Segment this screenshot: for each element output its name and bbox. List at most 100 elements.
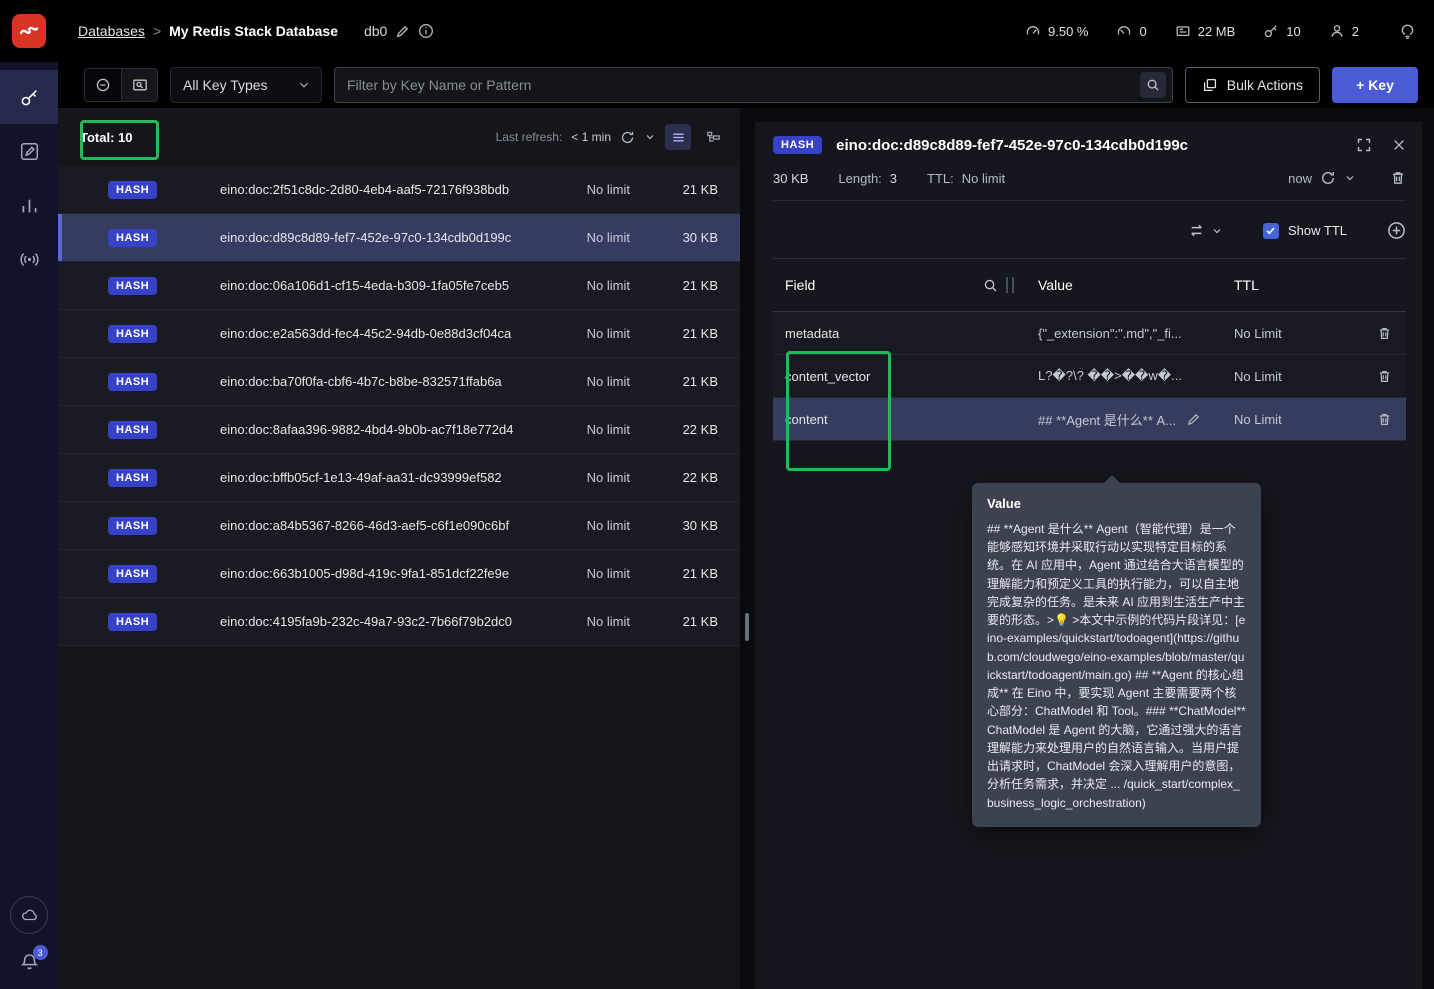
key-list-row[interactable]: HASH eino:doc:ba70f0fa-cbf6-4b7c-b8be-83… (58, 358, 740, 406)
filter-by-pattern-toggle[interactable] (85, 69, 121, 101)
redis-logo-icon (19, 26, 39, 35)
key-size: 21 KB (682, 614, 718, 629)
key-type-badge: HASH (108, 181, 158, 199)
delete-field-icon[interactable] (1377, 326, 1392, 341)
details-refresh-chevron-icon[interactable] (1344, 172, 1356, 184)
breadcrumb: Databases > My Redis Stack Database db0 (78, 23, 434, 39)
key-list-row[interactable]: HASH eino:doc:a84b5367-8266-46d3-aef5-c6… (58, 502, 740, 550)
key-ttl: No limit (586, 374, 630, 389)
show-ttl-label: Show TTL (1287, 223, 1347, 238)
value-column-label: Value (1038, 277, 1073, 293)
keys-total-label: Total: 10 (80, 129, 133, 145)
key-name: eino:doc:06a106d1-cf15-4eda-b309-1fa05fe… (220, 278, 510, 293)
key-ttl: No limit (586, 470, 630, 485)
tree-view-button[interactable] (700, 124, 726, 150)
metric-cpu: 9.50 % (1025, 23, 1088, 39)
delete-field-icon[interactable] (1377, 369, 1392, 384)
sidebar-item-notifications[interactable]: 3 (19, 945, 48, 973)
show-ttl-checkbox[interactable] (1262, 222, 1279, 239)
key-size: 21 KB (682, 374, 718, 389)
key-list-row[interactable]: HASH eino:doc:bffb05cf-1e13-49af-aa31-dc… (58, 454, 740, 502)
key-badge-cell: HASH (108, 468, 158, 487)
selected-key-name: eino:doc:d89c8d89-fef7-452e-97c0-134cdb0… (836, 136, 1189, 154)
key-type-badge: HASH (108, 325, 158, 343)
key-list-row[interactable]: HASH eino:doc:8afaa396-9882-4bd4-9b0b-ac… (58, 406, 740, 454)
database-info-icon[interactable] (418, 23, 434, 39)
key-ttl: No limit (586, 326, 630, 341)
fields-table-header: Field Value TTL (773, 259, 1406, 312)
filter-bar: All Key Types Bulk Actions (58, 62, 1434, 108)
key-list-row[interactable]: HASH eino:doc:d89c8d89-fef7-452e-97c0-13… (58, 214, 740, 262)
panel-resize-handle[interactable] (745, 613, 749, 641)
delete-key-icon[interactable] (1390, 170, 1406, 186)
search-icon[interactable] (1139, 72, 1166, 98)
close-details-icon[interactable] (1392, 138, 1406, 152)
key-search-input[interactable] (347, 77, 1140, 93)
list-view-button[interactable] (665, 124, 691, 150)
sidebar-item-pubsub[interactable] (0, 232, 58, 286)
sidebar-item-analytics[interactable] (0, 178, 58, 232)
database-name: My Redis Stack Database (169, 23, 338, 39)
metric-keys-value: 10 (1286, 23, 1301, 39)
breadcrumb-separator: > (152, 23, 162, 39)
format-exchange-icon (1188, 222, 1205, 239)
fullscreen-icon[interactable] (1356, 137, 1372, 153)
sidebar-item-browser[interactable] (0, 70, 58, 124)
metric-memory: 22 MB (1175, 23, 1235, 39)
bulk-actions-button[interactable]: Bulk Actions (1184, 67, 1320, 103)
value-format-dropdown[interactable] (1188, 222, 1223, 239)
sidebar-item-cloud[interactable] (10, 896, 48, 934)
details-refresh-icon[interactable] (1320, 170, 1336, 186)
edit-database-alias-icon[interactable] (395, 24, 410, 39)
ttl-column-label: TTL (1234, 277, 1259, 293)
key-list-row[interactable]: HASH eino:doc:2f51c8dc-2d80-4eb4-aaf5-72… (58, 166, 740, 214)
cpu-gauge-icon (1025, 23, 1041, 39)
redis-logo[interactable] (12, 14, 46, 48)
details-divider (773, 200, 1406, 201)
key-ttl: No limit (586, 422, 630, 437)
refresh-keys-icon[interactable] (620, 130, 635, 145)
key-ttl: No limit (586, 614, 630, 629)
delete-field-icon[interactable] (1377, 412, 1392, 427)
key-list-row[interactable]: HASH eino:doc:e2a563dd-fec4-45c2-94db-0e… (58, 310, 740, 358)
key-type-badge: HASH (108, 565, 158, 583)
key-list-row[interactable]: HASH eino:doc:4195fa9b-232c-49a7-93c2-7b… (58, 598, 740, 646)
key-name: eino:doc:2f51c8dc-2d80-4eb4-aaf5-72176f9… (220, 182, 510, 197)
breadcrumb-databases-link[interactable]: Databases (78, 23, 145, 39)
key-ttl: No limit (586, 182, 630, 197)
field-row[interactable]: metadata {"_extension":".md","_fi... No … (773, 312, 1406, 355)
show-ttl-toggle[interactable]: Show TTL (1262, 222, 1347, 239)
key-ttl: No limit (586, 566, 630, 581)
chevron-down-icon (297, 78, 311, 92)
key-ttl: No limit (586, 278, 630, 293)
pattern-filter-icon (96, 78, 110, 92)
add-field-icon[interactable] (1387, 221, 1406, 240)
edit-value-icon[interactable] (1186, 412, 1201, 427)
commands-gauge-icon (1116, 23, 1132, 39)
field-ttl: No Limit (1234, 325, 1282, 341)
key-type-badge: HASH (108, 277, 158, 295)
field-row[interactable]: content_vector L?�?\? ��>��w�... No Limi… (773, 355, 1406, 398)
bulk-actions-icon (1202, 77, 1218, 93)
key-name: eino:doc:8afaa396-9882-4bd4-9b0b-ac7f18e… (220, 422, 514, 437)
key-type-dropdown[interactable]: All Key Types (170, 67, 322, 103)
column-resize-handle[interactable] (1006, 277, 1014, 293)
field-value-cell: {"_extension":".md","_fi... (1026, 312, 1222, 354)
add-key-button[interactable]: + Key (1332, 67, 1418, 103)
fields-header-ttl: TTL (1222, 259, 1363, 311)
field-row[interactable]: content ## **Agent 是什么** A... No Limit (773, 398, 1406, 441)
field-name: content_vector (785, 368, 871, 384)
key-list-row[interactable]: HASH eino:doc:663b1005-d98d-419c-9fa1-85… (58, 550, 740, 598)
refresh-settings-chevron-icon[interactable] (644, 131, 656, 143)
search-by-values-toggle[interactable] (121, 69, 157, 101)
redisinsight-app: Databases > My Redis Stack Database db0 … (0, 0, 1434, 989)
insights-lightbulb-icon[interactable] (1399, 23, 1416, 40)
value-tooltip: Value ## **Agent 是什么** Agent（智能代理）是一个能够感… (972, 475, 1261, 827)
key-badge-cell: HASH (108, 420, 158, 439)
notification-count-badge: 3 (32, 945, 48, 960)
field-search-icon[interactable] (983, 278, 998, 293)
sidebar-item-workbench[interactable] (0, 124, 58, 178)
details-refresh-controls: now (1288, 170, 1406, 186)
key-list-header: Total: 10 Last refresh: < 1 min (58, 108, 740, 166)
key-list-row[interactable]: HASH eino:doc:06a106d1-cf15-4eda-b309-1f… (58, 262, 740, 310)
